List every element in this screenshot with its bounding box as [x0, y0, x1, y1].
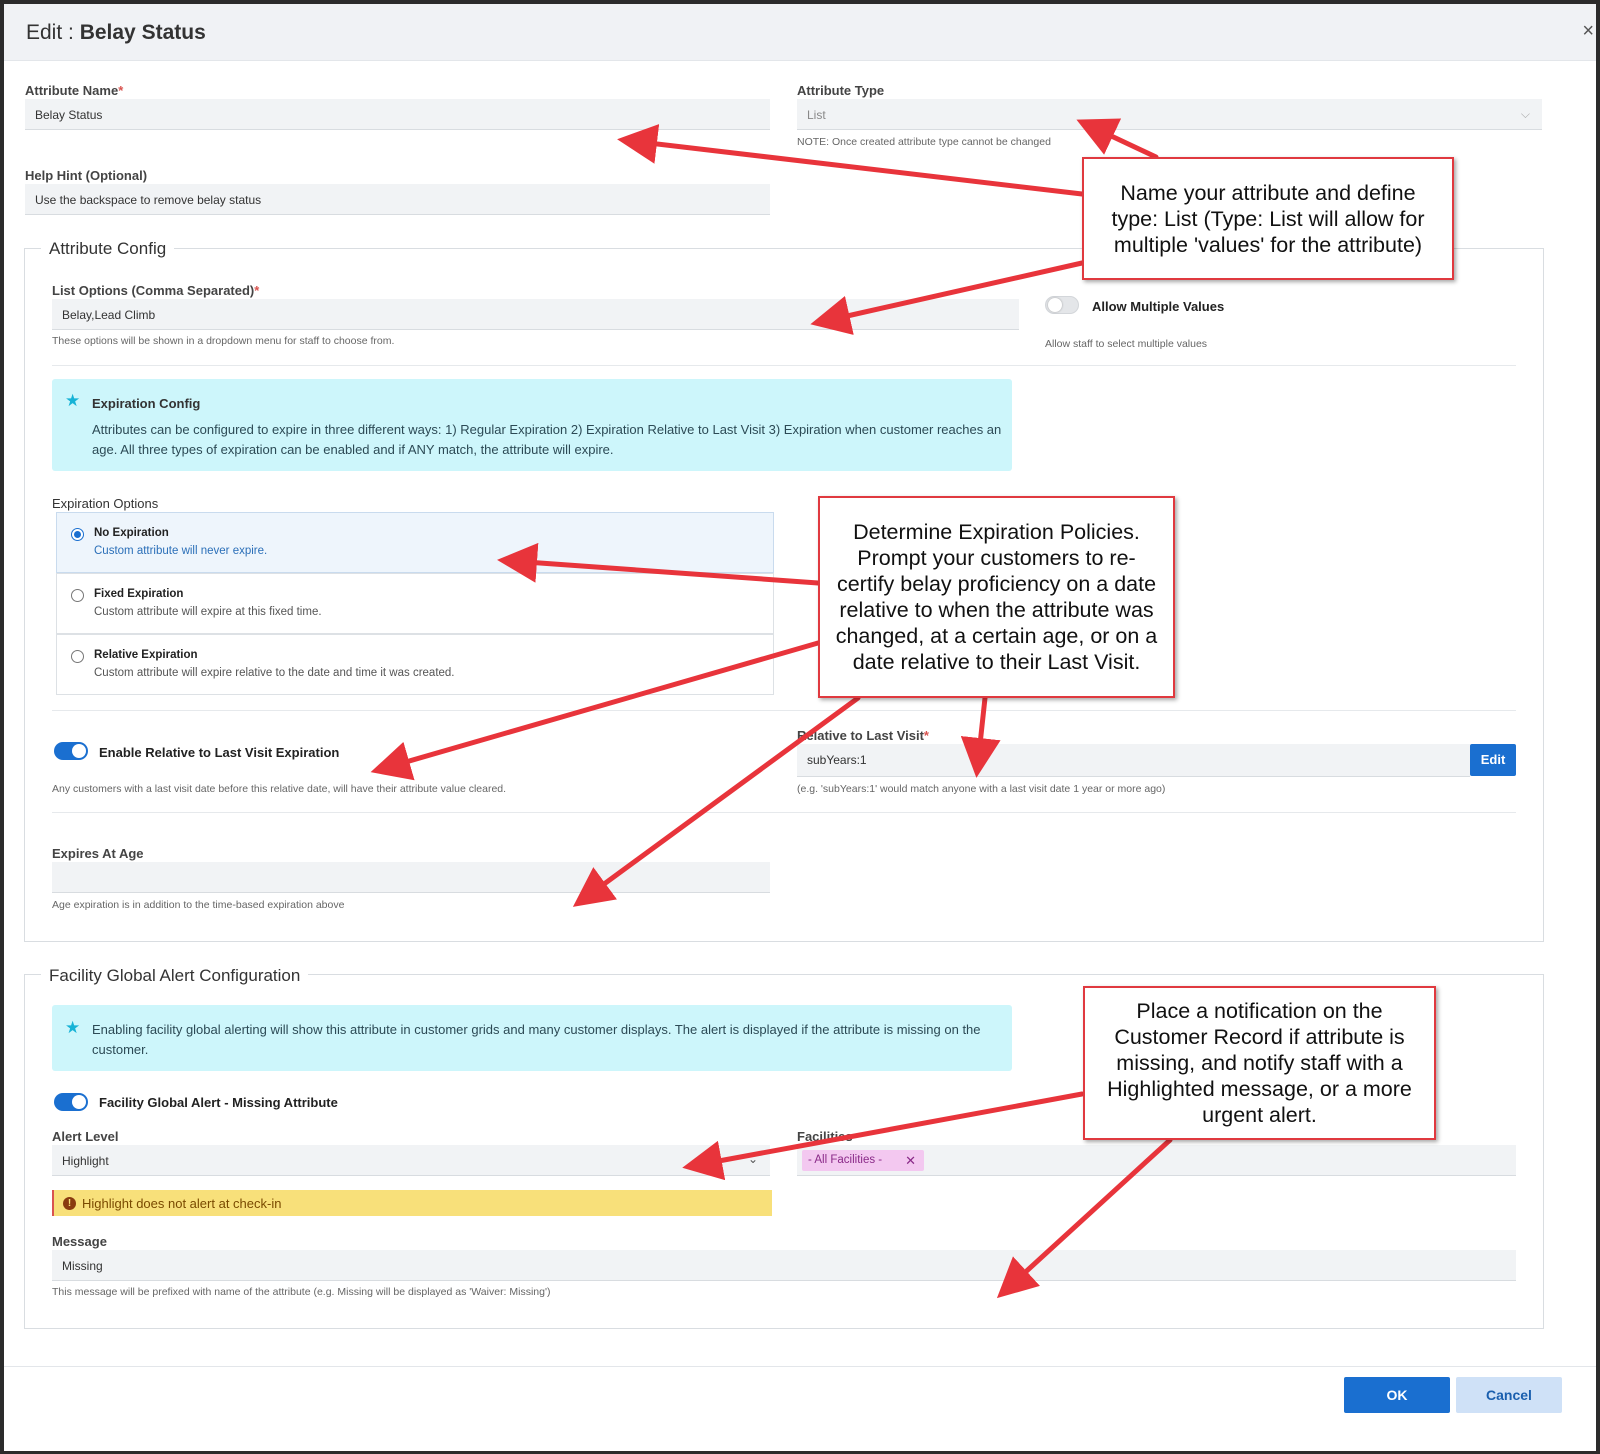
arrow-to-no-expiration	[497, 542, 821, 586]
arrow-to-attribute-type	[1076, 118, 1159, 160]
arrow-to-message	[996, 1137, 1173, 1299]
callout-notification: Place a notification on the Customer Rec…	[1083, 986, 1436, 1140]
arrow-to-alert-level	[682, 1091, 1085, 1181]
arrow-to-list-options	[810, 260, 1085, 336]
callout-expiration: Determine Expiration Policies. Prompt yo…	[818, 496, 1175, 698]
arrow-to-expires-at-age	[572, 695, 861, 907]
arrow-to-last-visit-toggle	[370, 640, 821, 781]
arrow-to-relative-last-visit	[960, 695, 1001, 778]
callout-name-type: Name your attribute and define type: Lis…	[1082, 157, 1454, 280]
arrow-to-attribute-name	[617, 124, 1085, 197]
